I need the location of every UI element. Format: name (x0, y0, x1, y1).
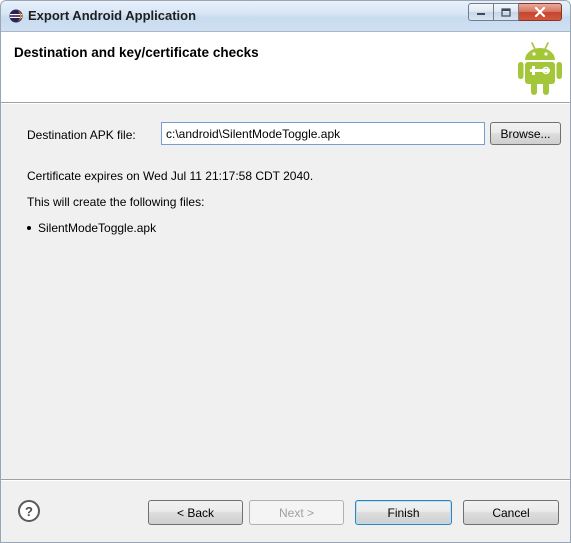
page-title: Destination and key/certificate checks (14, 45, 259, 60)
eclipse-app-icon (9, 9, 23, 23)
next-button[interactable]: Next > (249, 500, 344, 525)
minimize-icon (477, 13, 485, 15)
output-file-list: SilentModeToggle.apk (27, 221, 156, 235)
minimize-button[interactable] (468, 3, 494, 21)
list-item: SilentModeToggle.apk (27, 221, 156, 235)
close-icon (534, 7, 546, 17)
maximize-button[interactable] (494, 3, 519, 21)
back-button[interactable]: < Back (148, 500, 243, 525)
footer-divider-highlight (1, 480, 570, 481)
help-button[interactable]: ? (18, 500, 40, 522)
help-icon: ? (25, 503, 33, 519)
window-controls (468, 3, 562, 22)
certificate-expiry-text: Certificate expires on Wed Jul 11 21:17:… (27, 169, 314, 183)
close-button[interactable] (519, 3, 562, 21)
maximize-icon (501, 7, 511, 17)
cancel-button[interactable]: Cancel (463, 500, 559, 525)
export-dialog-window: Export Android Application Destination a… (0, 0, 571, 543)
window-title: Export Android Application (28, 8, 197, 23)
destination-apk-input[interactable] (161, 122, 485, 145)
title-bar[interactable]: Export Android Application (1, 1, 570, 32)
output-file-name: SilentModeToggle.apk (38, 221, 157, 235)
browse-button[interactable]: Browse... (490, 122, 561, 145)
finish-button[interactable]: Finish (355, 500, 452, 525)
wizard-header: Destination and key/certificate checks (1, 32, 570, 103)
files-intro-text: This will create the following files: (27, 195, 205, 209)
android-robot-icon (518, 42, 562, 95)
wizard-body: Destination APK file: Browse... Certific… (1, 104, 570, 464)
destination-apk-label: Destination APK file: (27, 128, 136, 142)
bullet-icon (27, 226, 31, 230)
